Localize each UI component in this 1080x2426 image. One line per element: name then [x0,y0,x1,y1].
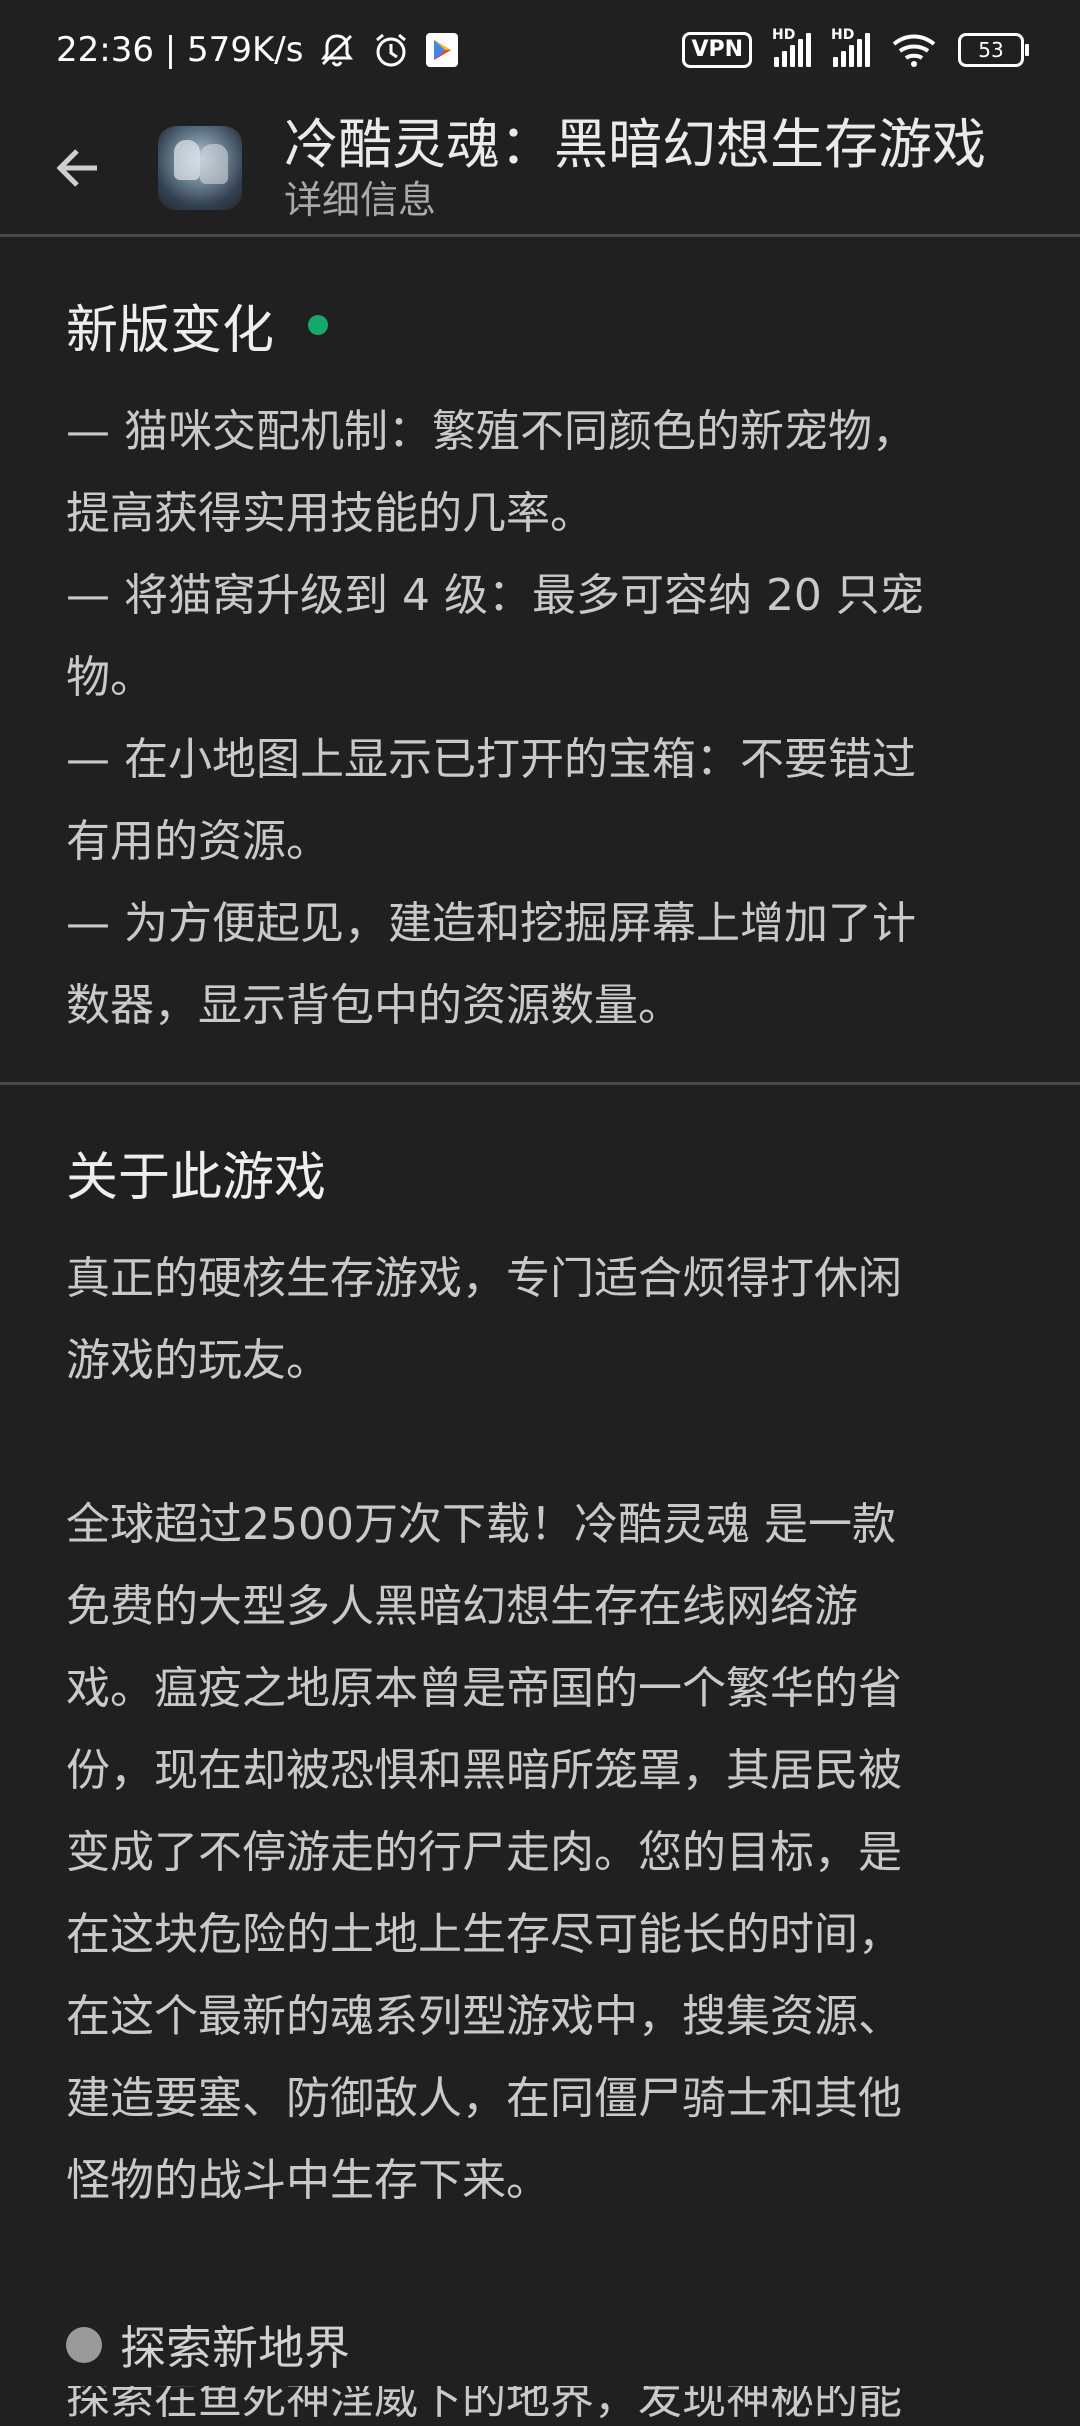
whats-new-title: 新版变化 [66,285,1014,365]
time-and-speed: 22:36 | 579K/s [56,30,304,70]
about-line: 变成了不停游走的行尸走肉。您的目标，是 [66,1827,902,1878]
status-left: 22:36 | 579K/s [56,30,459,70]
header-titles: 冷酷灵魂：黑暗幻想生存游戏 详细信息 [284,113,986,223]
whats-new-body: — 猫咪交配机制：繁殖不同颜色的新宠物， 提高获得实用技能的几率。 — 将猫窝升… [66,391,1014,1047]
new-indicator-dot [308,315,329,335]
feature-bullet-text: 探索新地界 [120,2321,350,2375]
about-line: 怪物的战斗中生存下来。 [66,2155,550,2206]
app-subtitle: 详细信息 [284,177,437,222]
clipped-text-line: 探索在鱼死神淫威下的地界，发现神秘的能 [66,2386,1014,2426]
about-body: 真正的硬核生存游戏，专门适合烦得打休闲 游戏的玩友。 全球超过2500万次下载！… [66,1238,1014,2304]
about-line: 在这个最新的魂系列型游戏中，搜集资源、 [66,1991,902,2042]
feature-bullet: 探索新地界 [66,2304,1014,2386]
status-right: VPN HD HD 53 [682,27,1029,68]
clipped-text: 探索在鱼死神淫威下的地界，发现神秘的能 [66,2386,902,2424]
bullet-dot-icon [66,2327,102,2363]
game-app-icon [158,125,242,210]
arrow-left-icon [56,148,97,187]
whats-new-line: 提高获得实用技能的几率。 [66,488,594,539]
app-title: 冷酷灵魂：黑暗幻想生存游戏 [284,112,986,176]
play-store-icon [425,32,459,68]
battery-icon: 53 [958,33,1029,67]
about-line: 份，现在却被恐惧和黑暗所笼罩，其居民被 [66,1745,902,1796]
whats-new-line: 数器，显示背包中的资源数量。 [66,980,682,1031]
about-section[interactable]: 关于此游戏 真正的硬核生存游戏，专门适合烦得打休闲 游戏的玩友。 全球超过250… [0,1132,1080,2426]
whats-new-section: 新版变化 — 猫咪交配机制：繁殖不同颜色的新宠物， 提高获得实用技能的几率。 —… [0,285,1080,1047]
whats-new-line: — 为方便起见，建造和挖掘屏幕上增加了计 [66,898,916,949]
about-line: 在这块危险的土地上生存尽可能长的时间， [66,1909,902,1960]
app-header: 冷酷灵魂：黑暗幻想生存游戏 详细信息 [0,100,1080,235]
status-bar: 22:36 | 579K/s VPN HD HD 53 [0,0,1080,100]
about-line: 建造要塞、防御敌人，在同僵尸骑士和其他 [66,2073,902,2124]
whats-new-line: — 将猫窝升级到 4 级：最多可容纳 20 只宠 [66,570,924,621]
whats-new-line: 有用的资源。 [66,816,330,867]
vpn-icon: VPN [682,32,752,68]
whats-new-line: — 在小地图上显示已打开的宝箱：不要错过 [66,734,916,785]
alarm-icon [371,30,411,70]
about-line: 全球超过2500万次下载！冷酷灵魂 是一款 [66,1499,896,1550]
about-line: 游戏的玩友。 [66,1335,330,1386]
about-line: 真正的硬核生存游戏，专门适合烦得打休闲 [66,1253,902,1304]
about-title: 关于此游戏 [66,1147,327,1208]
about-line: 免费的大型多人黑暗幻想生存在线网络游 [66,1581,858,1632]
wifi-icon [892,32,936,68]
whats-new-line: 物。 [66,652,154,703]
hd-signal-icon: HD [772,27,811,67]
bell-muted-icon [317,30,357,70]
back-button[interactable] [38,128,118,208]
about-line: 戏。瘟疫之地原本曾是帝国的一个繁华的省 [66,1663,902,1714]
whats-new-line: — 猫咪交配机制：繁殖不同颜色的新宠物， [66,406,916,457]
hd-signal-icon: HD [831,27,870,67]
header-divider [0,234,1080,237]
whats-new-title-text: 新版变化 [66,300,275,361]
section-divider [0,1082,1080,1085]
